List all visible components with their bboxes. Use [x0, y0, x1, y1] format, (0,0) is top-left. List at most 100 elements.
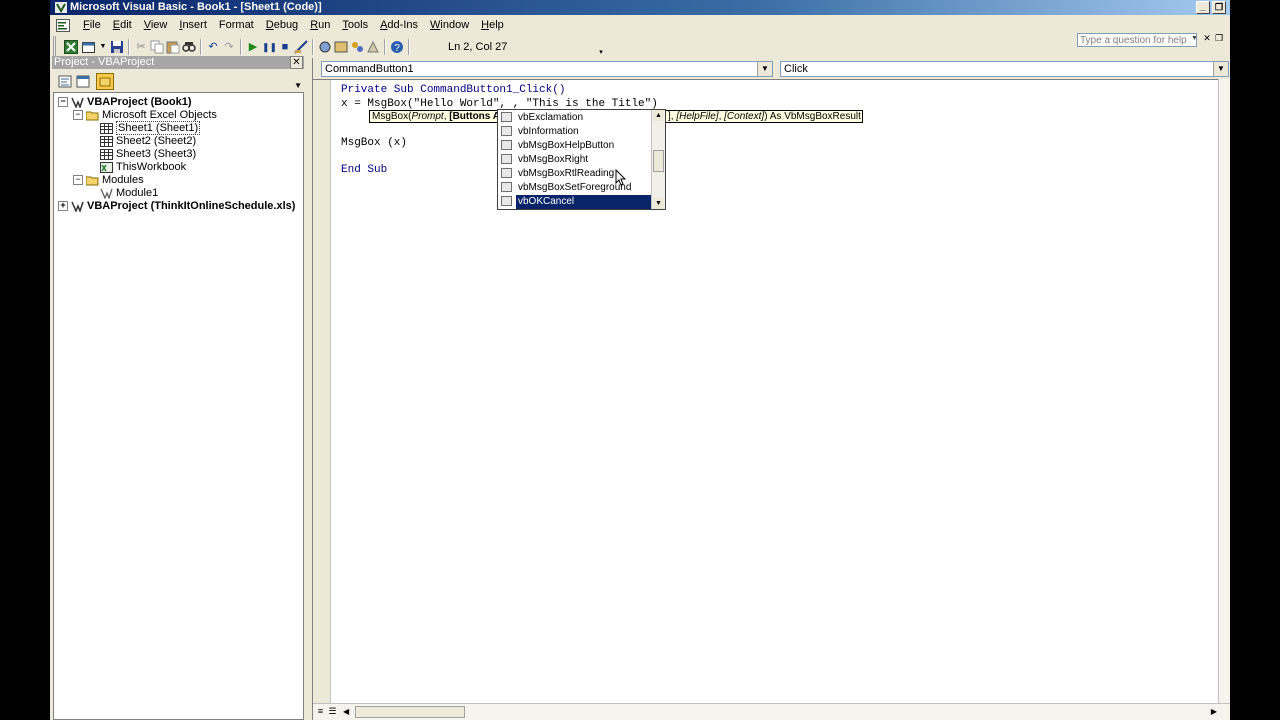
constant-icon: [501, 168, 512, 179]
view-excel-icon[interactable]: [64, 40, 78, 54]
tree-node-sheet2[interactable]: Sheet2 (Sheet2): [100, 135, 196, 148]
menu-insert[interactable]: Insert: [174, 19, 214, 32]
object-combobox[interactable]: CommandButton1 ▼: [321, 61, 773, 77]
worksheet-icon: [100, 148, 113, 160]
collapse-icon[interactable]: −: [58, 97, 68, 108]
view-object-icon[interactable]: [74, 73, 92, 90]
collapse-icon[interactable]: −: [73, 110, 83, 121]
autocomplete-item[interactable]: vbInformation: [500, 125, 652, 139]
constant-icon: [501, 154, 512, 165]
horizontal-scroll-thumb[interactable]: [355, 706, 465, 718]
mouse-pointer-icon: [615, 169, 627, 186]
run-icon[interactable]: ▶: [246, 40, 260, 54]
tree-node-module1[interactable]: Module1: [100, 187, 158, 200]
object-browser-icon[interactable]: [350, 40, 364, 54]
full-module-view-icon[interactable]: ☰: [327, 706, 338, 717]
cut-icon[interactable]: ✂: [134, 40, 148, 54]
menu-debug[interactable]: Debug: [261, 19, 305, 32]
help-dropdown-arrow-icon[interactable]: ▼: [1191, 35, 1198, 42]
tree-node-modules[interactable]: − Modules: [73, 174, 144, 187]
procedure-combobox[interactable]: Click ▼: [780, 61, 1229, 77]
find-icon[interactable]: [182, 40, 196, 54]
save-icon[interactable]: [110, 40, 124, 54]
autocomplete-item-selected[interactable]: vbOKCancel: [500, 195, 653, 209]
menu-edit[interactable]: Edit: [108, 19, 139, 32]
autocomplete-item[interactable]: vbExclamation: [500, 111, 652, 125]
project-tree: − VBAProject (Book1) − Microsoft Excel Obj…: [53, 92, 304, 720]
menu-file[interactable]: File: [78, 19, 108, 32]
redo-icon[interactable]: ↷: [222, 40, 236, 54]
project-panel-title: Project - VBAProject: [54, 56, 155, 68]
toggle-folders-icon[interactable]: [96, 73, 114, 90]
tree-node-vbaproject-book1[interactable]: − VBAProject (Book1): [58, 96, 192, 109]
expand-icon[interactable]: +: [58, 201, 68, 212]
help-question-input[interactable]: Type a question for help: [1077, 33, 1197, 47]
project-panel-header: Project - VBAProject ✕: [52, 56, 304, 69]
folder-open-icon: [86, 111, 99, 121]
scroll-right-arrow-icon[interactable]: ▶: [1211, 707, 1217, 716]
menu-view[interactable]: View: [139, 19, 175, 32]
tree-node-thisworkbook[interactable]: ThisWorkbook: [100, 161, 186, 174]
cursor-position: Ln 2, Col 27: [448, 41, 508, 53]
menu-window[interactable]: Window: [425, 19, 476, 32]
code-horizontal-scrollbar[interactable]: ≡ ☰ ◀ ▶: [313, 703, 1230, 720]
tree-node-vbaproject-schedule[interactable]: + VBAProject (ThinkItOnlineSchedule.xls): [58, 200, 295, 213]
restore-button[interactable]: ❐: [1212, 1, 1226, 14]
reset-icon[interactable]: ■: [278, 40, 292, 54]
menu-addins[interactable]: Add-Ins: [375, 19, 425, 32]
object-combobox-arrow-icon[interactable]: ▼: [757, 62, 772, 76]
menu-format[interactable]: Format: [214, 19, 261, 32]
copy-icon[interactable]: [150, 40, 164, 54]
insert-userform-icon[interactable]: [82, 40, 96, 54]
scroll-down-arrow-icon[interactable]: ▼: [653, 198, 664, 209]
help-icon[interactable]: ?: [390, 40, 404, 54]
scroll-left-arrow-icon[interactable]: ◀: [343, 707, 349, 716]
vba-app-icon: [55, 2, 67, 13]
procedure-view-icon[interactable]: ≡: [315, 706, 326, 717]
autocomplete-list[interactable]: vbExclamation vbInformation vbMsgBoxHelp…: [497, 109, 666, 210]
autocomplete-item[interactable]: vbMsgBoxSetForeground: [500, 181, 652, 195]
autocomplete-scroll-thumb[interactable]: [653, 150, 664, 172]
title-bar: Microsoft Visual Basic - Book1 - [Sheet1…: [50, 0, 1230, 15]
tree-node-sheet1[interactable]: Sheet1 (Sheet1): [100, 121, 201, 135]
project-explorer-icon[interactable]: [318, 40, 332, 54]
project-panel-close-icon[interactable]: ✕: [290, 56, 303, 69]
constant-icon: [501, 126, 512, 137]
window-title: Microsoft Visual Basic - Book1 - [Sheet1…: [70, 1, 322, 13]
autocomplete-item[interactable]: vbMsgBoxRight: [500, 153, 652, 167]
minimize-button[interactable]: _: [1196, 1, 1210, 14]
menu-help[interactable]: Help: [476, 19, 511, 32]
code-vertical-scrollbar[interactable]: [1218, 79, 1230, 703]
menu-bar: File Edit View Insert Format Debug Run T…: [50, 16, 1230, 47]
break-icon[interactable]: ❚❚: [262, 40, 277, 54]
mdi-restore-icon[interactable]: ❐: [1214, 33, 1224, 43]
code-line-3: MsgBox (x): [341, 137, 408, 149]
project-panel-scroll-arrow-icon[interactable]: ▼: [294, 81, 302, 90]
mdi-close-icon[interactable]: ✕: [1202, 33, 1212, 43]
autocomplete-item[interactable]: vbMsgBoxRtlReading: [500, 167, 652, 181]
menu-tools[interactable]: Tools: [337, 19, 375, 32]
autocomplete-item[interactable]: vbMsgBoxHelpButton: [500, 139, 652, 153]
procedure-combobox-arrow-icon[interactable]: ▼: [1213, 62, 1228, 76]
design-mode-icon[interactable]: [294, 40, 308, 54]
code-line-1: Private Sub CommandButton1_Click(): [341, 84, 566, 96]
collapse-icon[interactable]: −: [73, 175, 83, 186]
autocomplete-scrollbar[interactable]: ▲ ▼: [651, 110, 665, 209]
toolbox-icon[interactable]: [366, 40, 380, 54]
undo-icon[interactable]: ↶: [206, 40, 220, 54]
constant-icon: [501, 140, 512, 151]
code-window-icon[interactable]: [56, 19, 70, 32]
code-editor[interactable]: Private Sub CommandButton1_Click() x = M…: [313, 79, 1219, 704]
object-combobox-value: CommandButton1: [325, 63, 414, 75]
folder-open-icon: [86, 176, 99, 186]
workbook-icon: [100, 161, 113, 173]
module-icon: [100, 188, 113, 199]
code-margin[interactable]: [313, 80, 331, 704]
tree-node-sheet3[interactable]: Sheet3 (Sheet3): [100, 148, 196, 161]
scroll-up-arrow-icon[interactable]: ▲: [653, 110, 664, 121]
view-code-icon[interactable]: [56, 73, 74, 90]
menu-run[interactable]: Run: [305, 19, 337, 32]
insert-dropdown-arrow-icon[interactable]: ▼: [96, 40, 110, 54]
paste-icon[interactable]: [166, 40, 180, 54]
properties-window-icon[interactable]: [334, 40, 348, 54]
